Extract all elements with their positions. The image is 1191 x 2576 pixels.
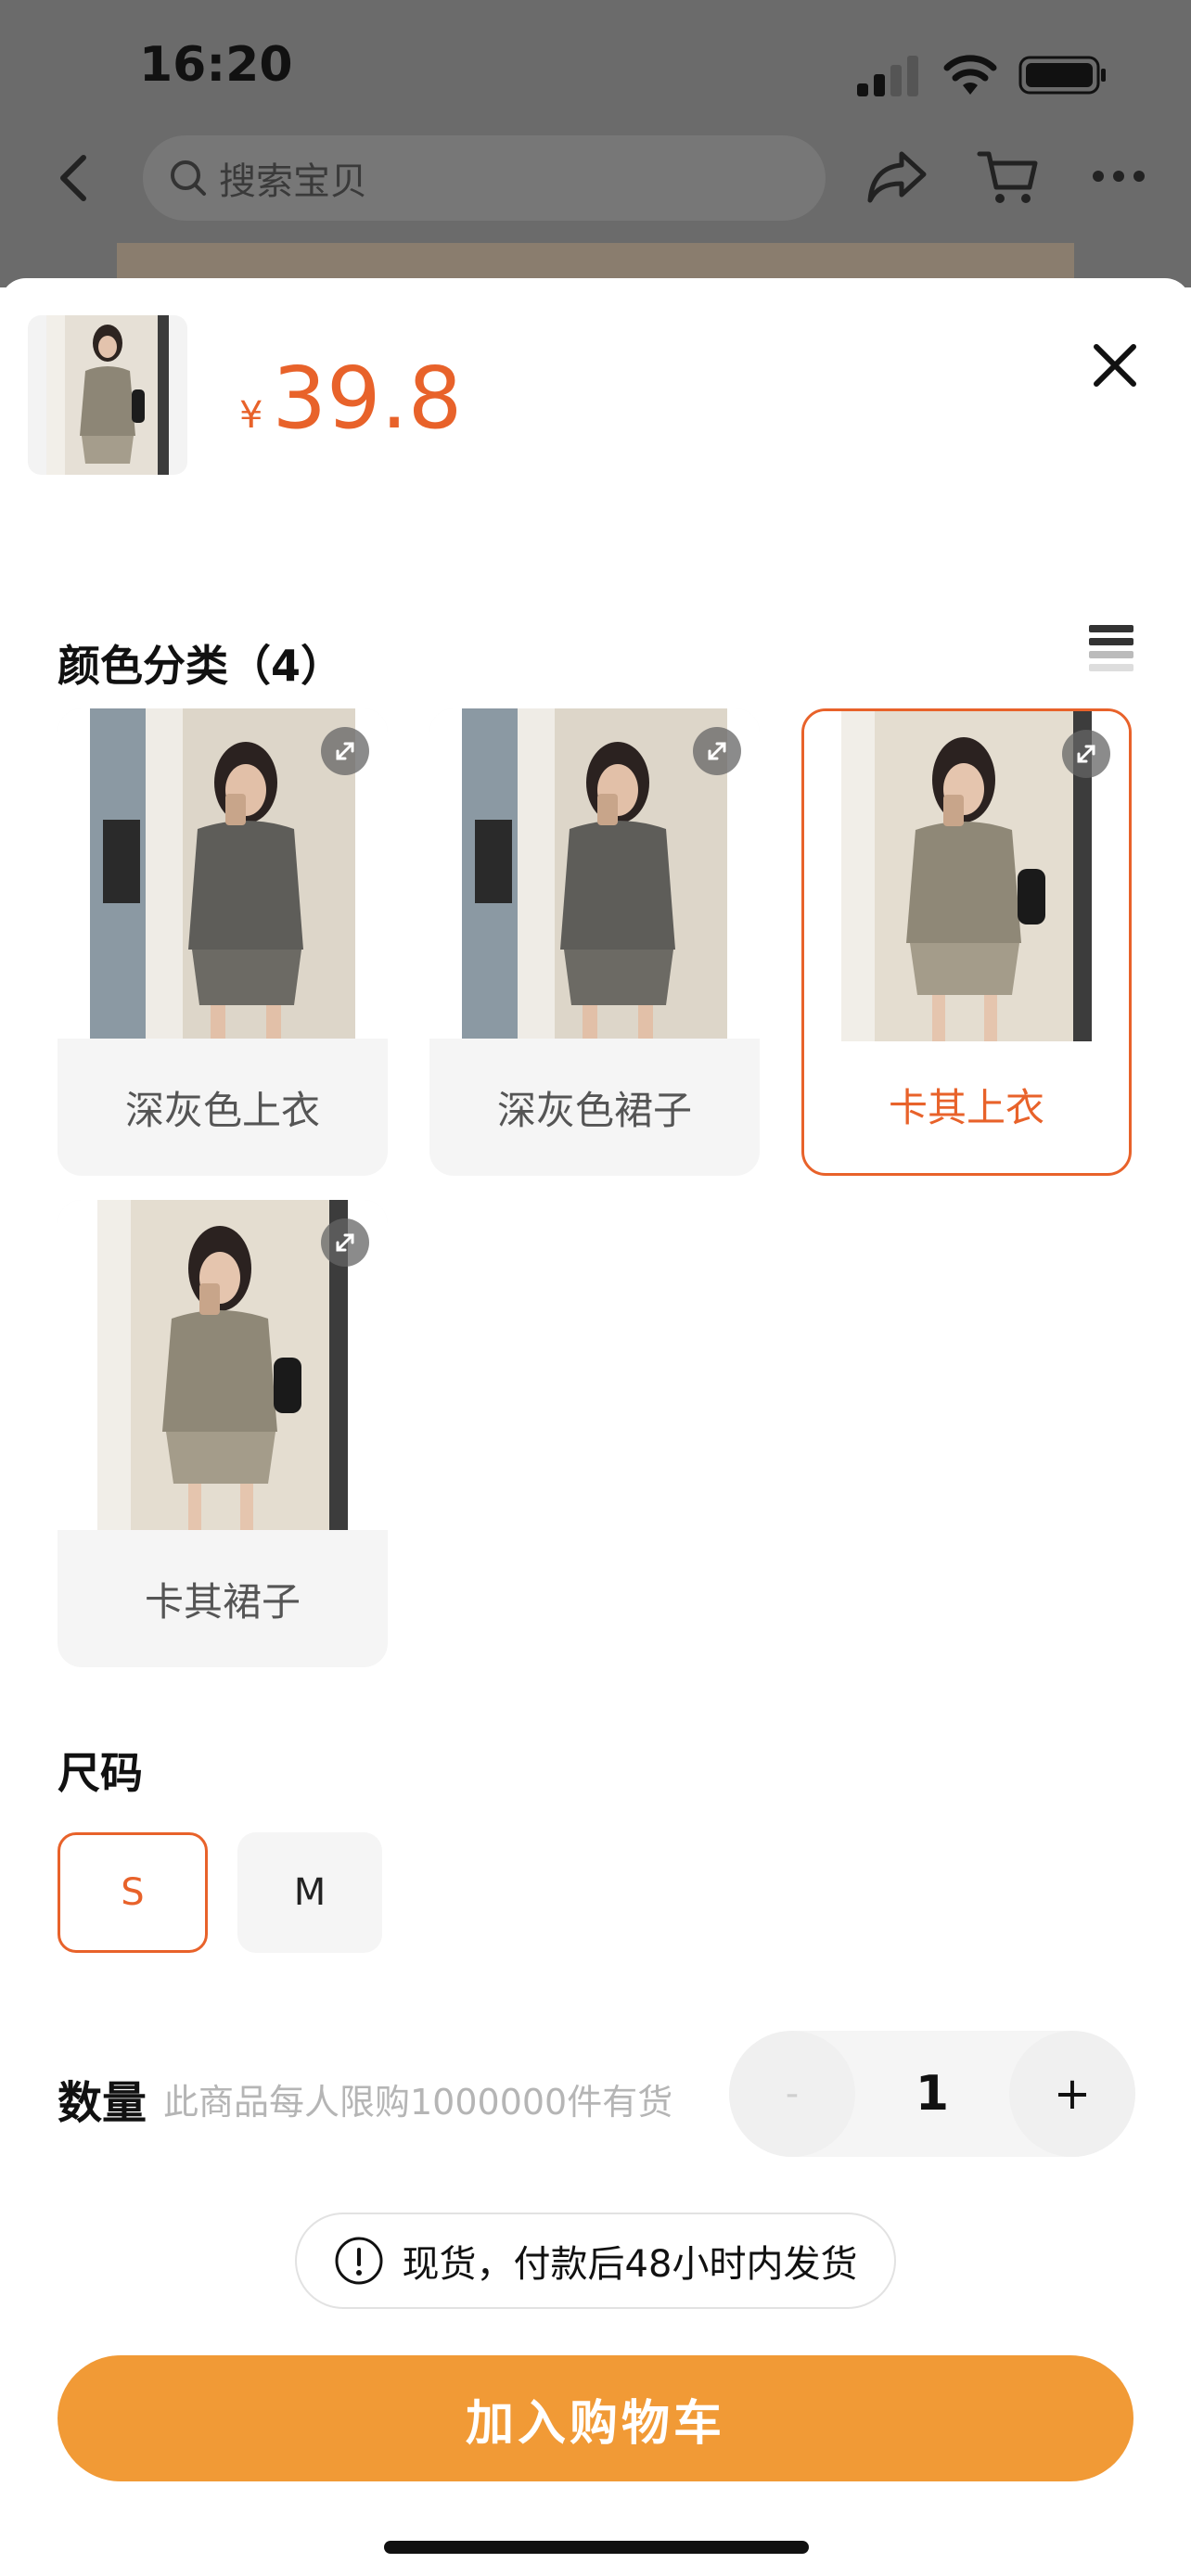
search-placeholder: 搜索宝贝 <box>219 160 367 203</box>
color-section-title: 颜色分类（4） <box>58 641 344 691</box>
quantity-increase-button[interactable]: + <box>1009 2031 1135 2157</box>
home-indicator <box>384 2541 809 2554</box>
color-option-label: 卡其上衣 <box>888 1084 1044 1130</box>
color-option-label: 卡其裙子 <box>144 1578 301 1625</box>
add-to-cart-button[interactable]: 加入购物车 <box>58 2355 1133 2481</box>
color-option-label: 深灰色裙子 <box>496 1087 692 1133</box>
search-input[interactable]: 搜索宝贝 <box>143 135 826 221</box>
price-value: 39.8 <box>272 349 463 448</box>
status-time: 16:20 <box>139 37 293 93</box>
signal-icon <box>857 56 918 96</box>
shipping-notice-text: 现货，付款后48小时内发货 <box>402 2243 858 2286</box>
size-option-s[interactable]: S <box>58 1832 208 1953</box>
size-section-title: 尺码 <box>58 1748 143 1798</box>
close-icon[interactable] <box>1089 339 1141 391</box>
quantity-limit-note: 此商品每人限购1000000件有货 <box>163 2082 673 2123</box>
shipping-notice: 现货，付款后48小时内发货 <box>295 2213 896 2309</box>
price: ¥ 39.8 <box>239 349 462 448</box>
expand-icon[interactable] <box>321 1218 369 1267</box>
expand-icon[interactable] <box>1062 730 1110 778</box>
quantity-stepper: - 1 + <box>729 2031 1135 2157</box>
product-thumbnail-image <box>46 315 169 475</box>
product-thumbnail[interactable] <box>28 315 187 475</box>
back-icon[interactable] <box>54 152 91 204</box>
quantity-value[interactable]: 1 <box>855 2031 1009 2157</box>
search-icon <box>171 160 206 196</box>
background-overlay: 16:20 搜索宝贝 <box>0 0 1191 299</box>
list-view-icon[interactable] <box>1089 623 1133 671</box>
color-option-dark-grey-skirt[interactable]: 深灰色裙子 <box>429 708 760 1176</box>
quantity-label: 数量 <box>58 2077 147 2129</box>
expand-icon[interactable] <box>321 727 369 775</box>
wifi-icon <box>943 55 997 95</box>
battery-icon <box>1018 56 1106 95</box>
color-option-khaki-top[interactable]: 卡其上衣 <box>801 708 1132 1176</box>
cart-icon[interactable] <box>976 147 1041 208</box>
share-icon[interactable] <box>864 147 929 206</box>
status-icons <box>857 45 1108 96</box>
sku-selector-sheet: ¥ 39.8 颜色分类（4） 深灰色上衣 深灰色裙子 卡其上衣 卡其裙子 尺码 … <box>0 278 1191 2576</box>
expand-icon[interactable] <box>693 727 741 775</box>
size-option-m[interactable]: M <box>237 1832 382 1953</box>
price-currency: ¥ <box>239 394 263 437</box>
more-icon[interactable] <box>1091 169 1146 184</box>
quantity-decrease-button[interactable]: - <box>729 2031 855 2157</box>
info-icon <box>335 2237 383 2285</box>
color-option-label: 深灰色上衣 <box>124 1087 320 1133</box>
color-option-dark-grey-top[interactable]: 深灰色上衣 <box>58 708 388 1176</box>
color-option-khaki-skirt[interactable]: 卡其裙子 <box>58 1200 388 1667</box>
